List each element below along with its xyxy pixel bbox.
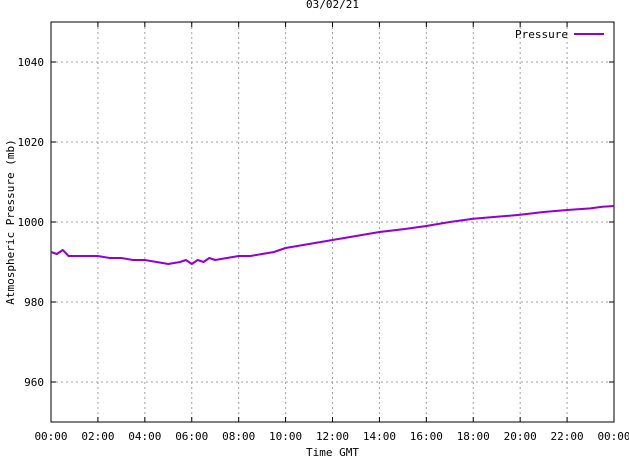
x-axis-label: Time GMT bbox=[306, 446, 359, 459]
x-tick-label: 10:00 bbox=[269, 430, 302, 443]
x-tick-label: 20:00 bbox=[504, 430, 537, 443]
y-axis-label: Atmospheric Pressure (mb) bbox=[4, 139, 17, 305]
y-tick-label: 980 bbox=[24, 296, 44, 309]
x-tick-label: 18:00 bbox=[457, 430, 490, 443]
y-tick-label: 1000 bbox=[18, 216, 45, 229]
x-tick-label: 16:00 bbox=[410, 430, 443, 443]
chart-title: 03/02/21 bbox=[306, 0, 359, 11]
x-tick-label: 04:00 bbox=[128, 430, 161, 443]
y-tick-label: 1040 bbox=[18, 56, 45, 69]
x-axis-ticks: 00:00 02:00 04:00 06:00 08:00 10:00 12:00 14:00… bbox=[34, 22, 629, 443]
x-tick-label: 00:00 bbox=[597, 430, 629, 443]
x-tick-label: 02:00 bbox=[81, 430, 114, 443]
pressure-chart: 00:00 02:00 04:00 06:00 08:00 10:00 12:00 14:00… bbox=[4, 0, 629, 459]
y-tick-label: 1020 bbox=[18, 136, 45, 149]
series-line-0 bbox=[50, 205, 615, 265]
grid-lines bbox=[51, 22, 614, 422]
series-lines bbox=[50, 205, 615, 265]
x-tick-label: 08:00 bbox=[222, 430, 255, 443]
x-tick-label: 00:00 bbox=[34, 430, 67, 443]
x-tick-label: 12:00 bbox=[316, 430, 349, 443]
x-tick-label: 22:00 bbox=[551, 430, 584, 443]
legend: Pressure bbox=[515, 28, 604, 41]
x-tick-label: 14:00 bbox=[363, 430, 396, 443]
y-tick-label: 960 bbox=[24, 376, 44, 389]
legend-label-pressure: Pressure bbox=[515, 28, 568, 41]
x-tick-label: 06:00 bbox=[175, 430, 208, 443]
